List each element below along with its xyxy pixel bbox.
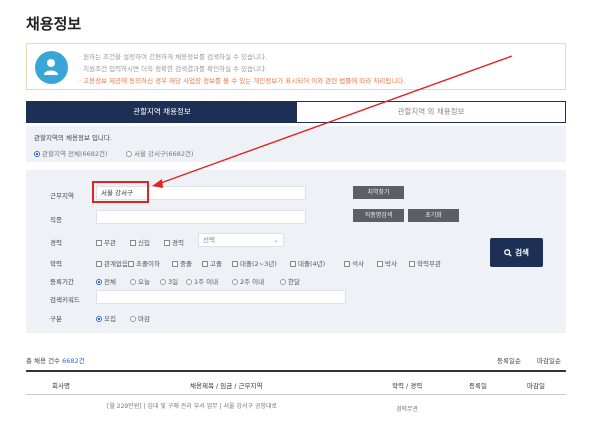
column-registered: 등록일 [469, 382, 487, 390]
first-row-career: 경력무관 [396, 406, 419, 413]
sort-by-registered[interactable]: 등록일순 [497, 355, 521, 365]
column-deadline: 마감일 [527, 382, 545, 390]
result-count: 총 채용 건수 6682건 [26, 357, 85, 365]
first-row-title[interactable]: [월 229만원] | 임대 및 구매 관리 부서 업무 | 서울 강서구 공항… [107, 401, 277, 410]
job-search-page: 채용정보 · 원하는 조건을 설정하여 간편하게 채용정보를 검색하실 수 있습… [0, 0, 600, 421]
column-education: 학력 / 경력 [392, 382, 423, 390]
results-table-header: 회사명 채용제목 / 임금 / 근무지역 학력 / 경력 등록일 마감일 [26, 370, 566, 395]
result-count-value: 6682건 [62, 357, 85, 365]
sort-by-deadline[interactable]: 마감일순 [537, 355, 561, 365]
column-company: 회사명 [52, 382, 70, 390]
column-title: 채용제목 / 임금 / 근무지역 [190, 382, 263, 390]
